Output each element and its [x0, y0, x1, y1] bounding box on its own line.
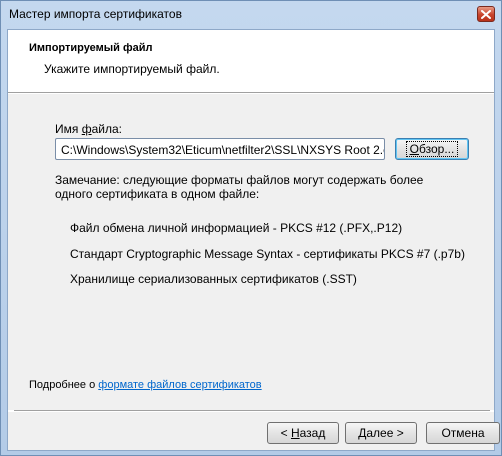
format-sst: Хранилище сериализованных сертификатов (… — [70, 272, 357, 286]
certificate-formats-link[interactable]: формате файлов сертификатов — [98, 379, 261, 391]
back-label-pre: < — [280, 426, 291, 440]
more-info-prefix: Подробнее о — [29, 379, 99, 391]
wizard-header: Импортируемый файл Укажите импортируемый… — [8, 30, 494, 92]
close-icon — [481, 9, 491, 19]
file-name-label-pre: Имя — [55, 122, 82, 136]
formats-note: Замечание: следующие форматы файлов могу… — [55, 173, 424, 201]
title-bar[interactable]: Мастер импорта сертификатов — [1, 1, 501, 29]
certificate-import-wizard-window: Мастер импорта сертификатов Импортируемы… — [0, 0, 502, 456]
format-p7b: Стандарт Cryptographic Message Syntax - … — [70, 247, 465, 261]
file-name-label: Имя файла: — [55, 122, 122, 136]
browse-accel: О — [409, 142, 419, 156]
back-accel: Н — [290, 426, 300, 440]
browse-button[interactable]: Обзор... — [395, 138, 469, 160]
format-pfx: Файл обмена личной информацией - PKCS #1… — [70, 221, 403, 235]
window-title: Мастер импорта сертификатов — [9, 7, 182, 21]
next-label-post: алее > — [366, 426, 404, 440]
back-label-post: азад — [299, 426, 326, 440]
file-name-label-post: айла: — [91, 122, 122, 136]
page-subtitle: Укажите импортируемый файл. — [44, 62, 220, 76]
back-button[interactable]: < Назад — [267, 422, 339, 444]
browse-button-label: Обзор... — [405, 141, 459, 157]
page-title: Импортируемый файл — [29, 42, 153, 54]
wizard-client-area: Импортируемый файл Укажите импортируемый… — [7, 29, 500, 451]
browse-label-post: бзор... — [419, 142, 455, 156]
more-info: Подробнее о формате файлов сертификатов — [29, 379, 262, 391]
cancel-button[interactable]: Отмена — [426, 422, 500, 444]
wizard-body: Имя файла: C:\Windows\System32\Eticum\ne… — [8, 94, 494, 410]
close-button[interactable] — [477, 6, 495, 22]
wizard-footer: < Назад Далее > Отмена — [8, 412, 500, 450]
file-name-label-accel: ф — [81, 122, 92, 136]
file-name-input[interactable]: C:\Windows\System32\Eticum\netfilter2\SS… — [55, 138, 385, 160]
next-button[interactable]: Далее > — [345, 422, 417, 444]
